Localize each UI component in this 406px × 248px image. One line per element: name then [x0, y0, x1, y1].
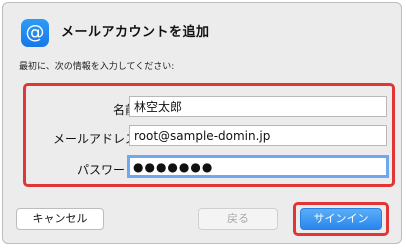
password-row: パスワード:: [26, 155, 392, 180]
dialog-title: メールアカウントを追加: [61, 25, 210, 40]
name-row: 名前:: [26, 96, 392, 120]
cancel-button[interactable]: キャンセル: [16, 208, 104, 230]
account-form-highlight: 名前: メールアドレス: パスワード:: [23, 83, 395, 187]
name-field[interactable]: [129, 96, 387, 117]
signin-button[interactable]: サインイン: [300, 208, 382, 230]
instruction-text: 最初に、次の情報を入力してください:: [19, 62, 175, 72]
password-field[interactable]: [127, 155, 389, 178]
email-row: メールアドレス:: [26, 125, 392, 149]
email-label: メールアドレス:: [52, 132, 141, 146]
mail-account-icon: @: [21, 19, 49, 47]
add-mail-account-dialog: @ メールアカウントを追加 最初に、次の情報を入力してください: 名前: メール…: [2, 2, 402, 244]
back-button[interactable]: 戻る: [198, 208, 278, 230]
email-field[interactable]: [129, 125, 387, 146]
